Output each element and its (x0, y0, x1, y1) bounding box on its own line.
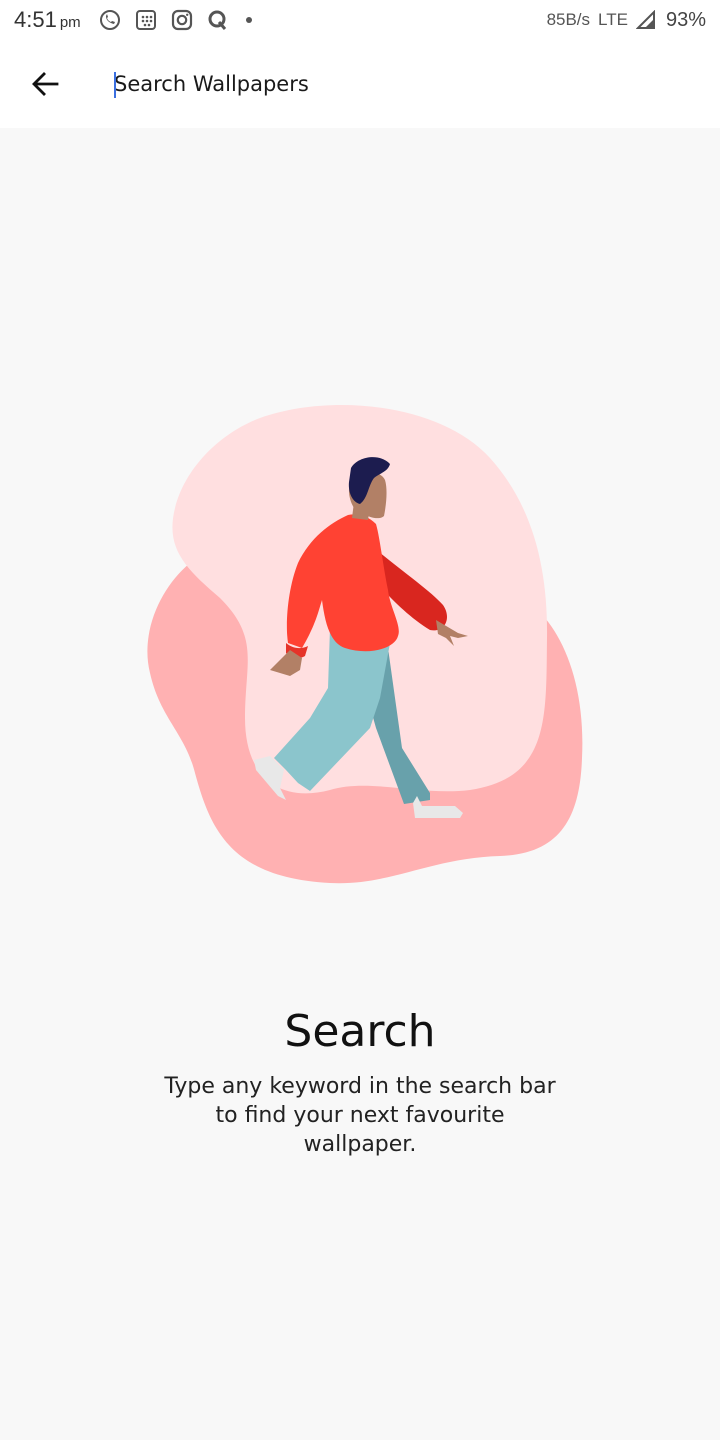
whatsapp-icon (99, 10, 120, 30)
instagram-icon (171, 9, 192, 31)
text-caret (114, 72, 116, 98)
network-type: LTE (598, 10, 628, 29)
notification-icons (99, 9, 255, 31)
walking-person-illustration (147, 405, 583, 884)
empty-state: Search Type any keyword in the search ba… (0, 128, 720, 1440)
calendar-grid-icon (135, 10, 156, 30)
empty-state-description: Type any keyword in the search bar to fi… (164, 1074, 556, 1157)
quora-icon (208, 10, 226, 30)
status-right: 85B/s LTE 93% (547, 9, 706, 32)
network-speed: 85B/s (546, 10, 591, 29)
status-ampm: pm (59, 14, 81, 31)
empty-state-title: Search (284, 1006, 436, 1057)
signal-icon (635, 10, 655, 29)
back-button[interactable] (0, 40, 90, 128)
dot-icon (245, 17, 252, 23)
battery-percent: 93% (665, 8, 706, 31)
status-time-value: 4:51 (14, 7, 57, 32)
search-app-bar (0, 40, 720, 128)
search-input[interactable] (114, 72, 720, 96)
search-field[interactable] (90, 54, 720, 114)
arrow-left-icon (32, 72, 59, 96)
status-bar: 4:51 pm 85B/s LTE 93% (0, 0, 720, 40)
status-time: 4:51 pm (14, 7, 81, 33)
